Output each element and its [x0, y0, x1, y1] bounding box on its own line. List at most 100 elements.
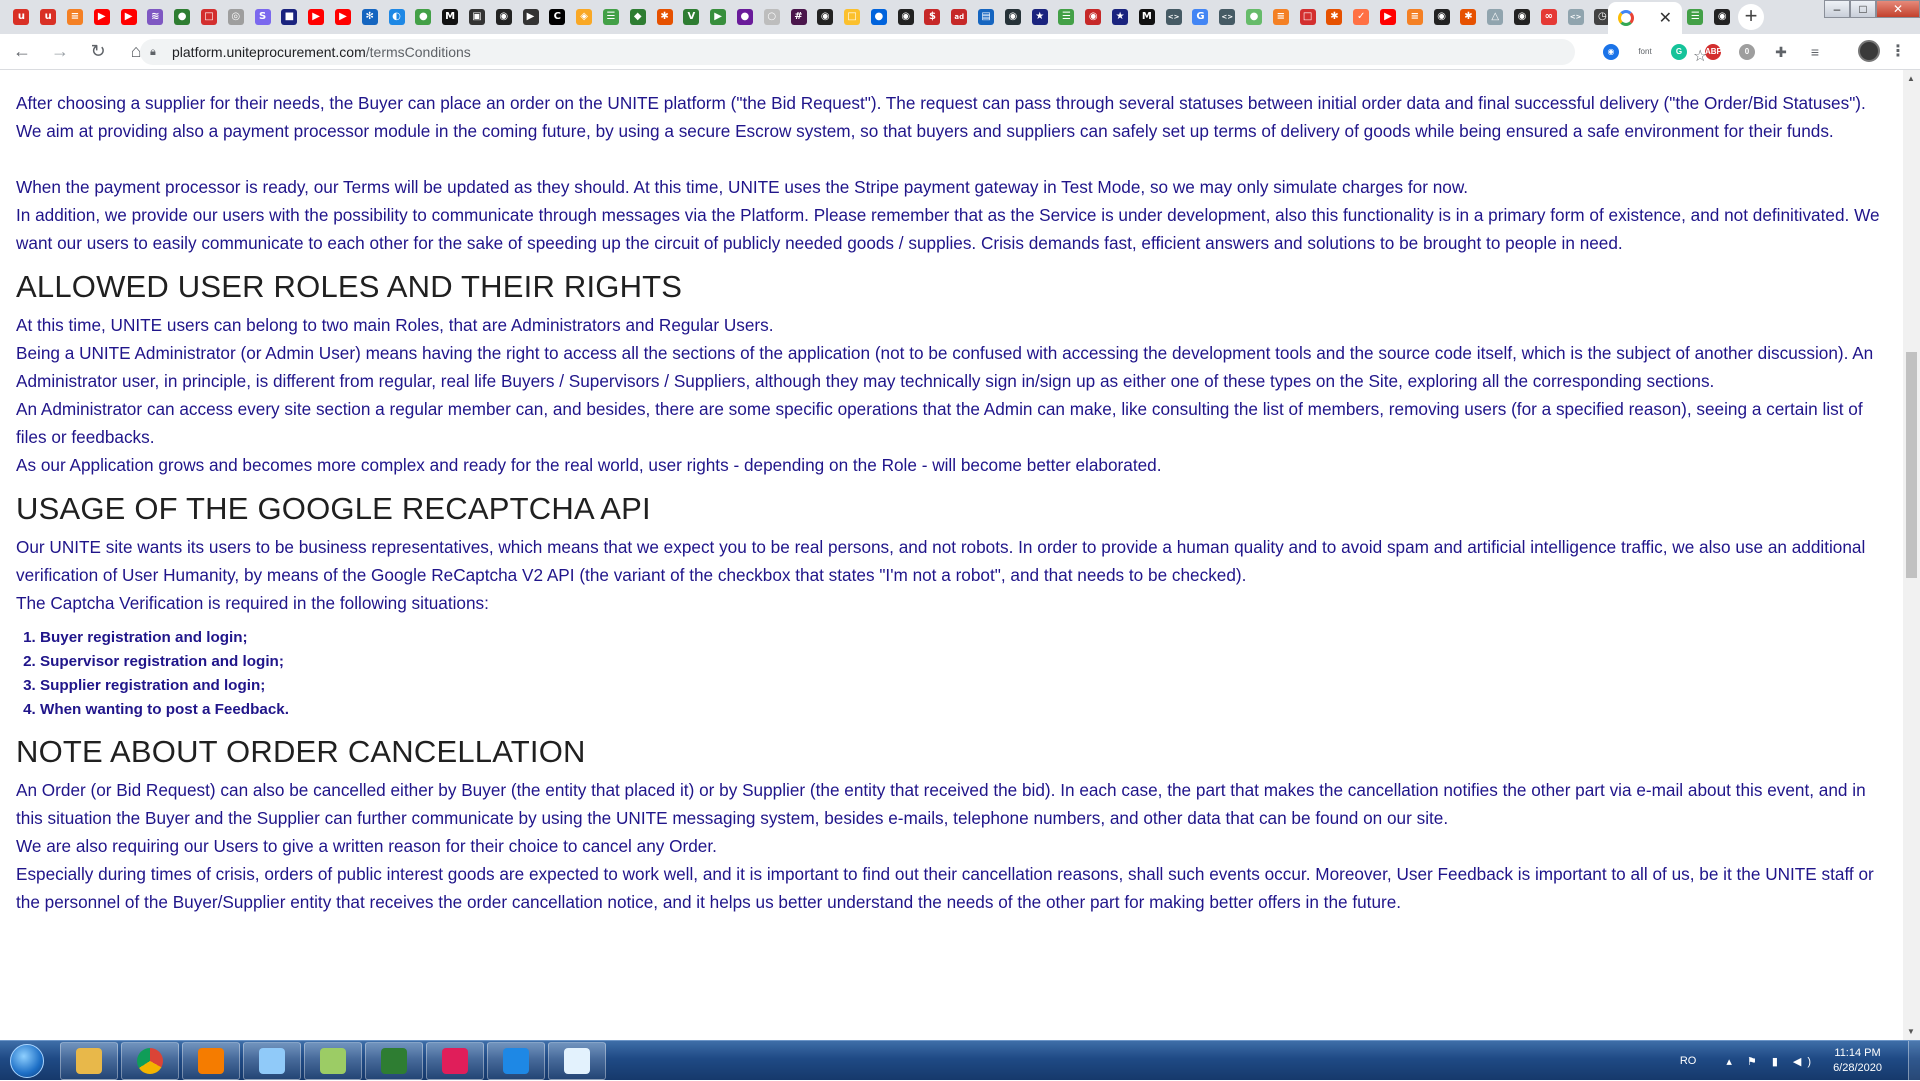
pinned-tab[interactable]: ●	[410, 4, 437, 30]
pinned-tab[interactable]: ●	[732, 4, 759, 30]
crisis-paragraph: Especially during times of crisis, order…	[16, 864, 1874, 912]
language-indicator[interactable]: RO	[1680, 1055, 1697, 1067]
font-extension-icon[interactable]: font	[1632, 41, 1658, 63]
pinned-tab[interactable]: $	[919, 4, 946, 30]
pinned-tab[interactable]: ≡	[62, 4, 89, 30]
pinned-tab[interactable]: ≡	[1267, 4, 1294, 30]
pinned-tab[interactable]: ◉	[892, 4, 919, 30]
start-button[interactable]	[4, 1043, 50, 1079]
puzzle-extension-icon[interactable]: ✚	[1768, 41, 1794, 63]
pinned-tab[interactable]: <>	[1562, 4, 1589, 30]
pinned-tab[interactable]: M	[437, 4, 464, 30]
pinned-tab[interactable]: ■	[276, 4, 303, 30]
pinned-tab[interactable]: u	[35, 4, 62, 30]
pinned-tab[interactable]: ▶	[517, 4, 544, 30]
taskbar-app[interactable]	[243, 1042, 301, 1080]
taskbar-app[interactable]	[426, 1042, 484, 1080]
back-button[interactable]: ←	[6, 36, 38, 68]
pinned-tab[interactable]: S	[249, 4, 276, 30]
pinned-tab[interactable]: ◈	[571, 4, 598, 30]
taskbar-app[interactable]	[60, 1042, 118, 1080]
pinned-tab[interactable]: □	[196, 4, 223, 30]
scrollbar-thumb[interactable]	[1906, 352, 1917, 578]
pinned-tab[interactable]: ▶	[88, 4, 115, 30]
pinned-tab[interactable]: u	[8, 4, 35, 30]
pinned-tab[interactable]: ◉	[1428, 4, 1455, 30]
taskbar-app[interactable]	[365, 1042, 423, 1080]
pinned-tab[interactable]: #	[785, 4, 812, 30]
close-window-button[interactable]: ✕	[1876, 0, 1920, 18]
pinned-tab[interactable]: ◉	[1709, 4, 1736, 30]
pinned-tab[interactable]: ≋	[142, 4, 169, 30]
pinned-tab[interactable]: ▣	[464, 4, 491, 30]
pinned-tab[interactable]: ✓	[1348, 4, 1375, 30]
maximize-button[interactable]: □	[1850, 0, 1876, 18]
pinned-tab[interactable]: ✱	[651, 4, 678, 30]
pinned-tab[interactable]: ≡	[1401, 4, 1428, 30]
pinned-tab[interactable]: ▶	[330, 4, 357, 30]
pinned-tab[interactable]: <>	[1214, 4, 1241, 30]
pinned-tab[interactable]: ▶	[303, 4, 330, 30]
pinned-tab[interactable]: ✻	[356, 4, 383, 30]
blue-shield-extension-icon[interactable]: ◉	[1598, 41, 1624, 63]
reload-button[interactable]: ↻	[82, 36, 114, 68]
pinned-tab[interactable]: ▶	[705, 4, 732, 30]
reading-list-icon[interactable]: ≡	[1802, 41, 1828, 63]
pinned-tab[interactable]: ◉	[490, 4, 517, 30]
close-tab-icon[interactable]: ✕	[1659, 8, 1672, 28]
grey-badge-extension-icon[interactable]: 0	[1734, 41, 1760, 63]
active-tab[interactable]: ✕	[1608, 2, 1682, 34]
taskbar-app[interactable]	[487, 1042, 545, 1080]
browser-menu-icon[interactable]: ⋮	[1890, 41, 1906, 61]
page-scrollbar[interactable]: ▲ ▼	[1903, 70, 1920, 1040]
pinned-tab[interactable]: ▤	[973, 4, 1000, 30]
clock[interactable]: 11:14 PM 6/28/2020	[1833, 1046, 1882, 1076]
pinned-tab[interactable]: ●	[1241, 4, 1268, 30]
pinned-tab[interactable]: V	[678, 4, 705, 30]
pinned-tab[interactable]: M	[1133, 4, 1160, 30]
scroll-up-arrow-icon[interactable]: ▲	[1907, 74, 1915, 83]
pinned-tab[interactable]: ◆	[624, 4, 651, 30]
pinned-tab[interactable]: □	[1294, 4, 1321, 30]
profile-avatar[interactable]	[1858, 40, 1880, 62]
pinned-tab[interactable]: ●	[169, 4, 196, 30]
pinned-tab[interactable]: ▶	[115, 4, 142, 30]
pinned-tab[interactable]: G	[1187, 4, 1214, 30]
taskbar-app[interactable]	[548, 1042, 606, 1080]
taskbar-app[interactable]	[182, 1042, 240, 1080]
address-bar[interactable]: 🔒︎ platform.uniteprocurement.com/termsCo…	[140, 39, 1707, 65]
pinned-tab[interactable]: ◉	[1509, 4, 1536, 30]
grammarly-extension-icon[interactable]: G	[1666, 41, 1692, 63]
pinned-tab[interactable]: ☰	[598, 4, 625, 30]
taskbar-app[interactable]	[121, 1042, 179, 1080]
pinned-tab[interactable]: ○	[758, 4, 785, 30]
pinned-tab[interactable]: ☰	[1682, 4, 1709, 30]
pinned-tab[interactable]: ◉	[999, 4, 1026, 30]
pinned-tab[interactable]: ▶	[1375, 4, 1402, 30]
pinned-tab[interactable]: ◉	[812, 4, 839, 30]
pinned-tab[interactable]: ◐	[383, 4, 410, 30]
pinned-tab[interactable]: ★	[1107, 4, 1134, 30]
tray-icons[interactable]: ▴ ⚑ ▮ ◀)	[1726, 1055, 1817, 1068]
show-desktop-button[interactable]	[1908, 1041, 1920, 1081]
forward-button[interactable]: →	[44, 36, 76, 68]
pinned-tab[interactable]: ◎	[222, 4, 249, 30]
pinned-tab[interactable]: ✱	[1455, 4, 1482, 30]
taskbar-app[interactable]	[304, 1042, 362, 1080]
red-square-icon: □	[1299, 9, 1316, 25]
pinned-tab[interactable]: ◉	[1080, 4, 1107, 30]
pinned-tab[interactable]: ●	[866, 4, 893, 30]
pinned-tab[interactable]: △	[1482, 4, 1509, 30]
pinned-tab[interactable]: ☰	[1053, 4, 1080, 30]
pinned-tab[interactable]: ★	[1026, 4, 1053, 30]
pinned-tab[interactable]: ad	[946, 4, 973, 30]
pinned-tab[interactable]: <>	[1160, 4, 1187, 30]
scroll-down-arrow-icon[interactable]: ▼	[1907, 1027, 1915, 1036]
pinned-tab[interactable]: ✱	[1321, 4, 1348, 30]
pinned-tab[interactable]: □	[839, 4, 866, 30]
minimize-button[interactable]: –	[1824, 0, 1850, 18]
new-tab-button[interactable]: +	[1738, 4, 1764, 30]
pinned-tab[interactable]: C	[544, 4, 571, 30]
pinned-tab[interactable]: ∞	[1535, 4, 1562, 30]
adblock-plus-extension-icon[interactable]: ABP	[1700, 41, 1726, 63]
